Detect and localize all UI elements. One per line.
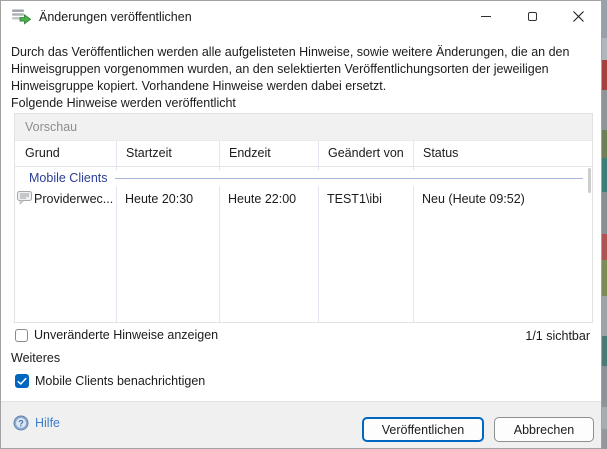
publish-notes-icon: [11, 8, 32, 25]
table-body: Mobile Clients Providerwec...: [15, 167, 592, 322]
cell-startzeit: Heute 20:30: [125, 192, 193, 206]
svg-text:?: ?: [18, 418, 24, 428]
publish-button[interactable]: Veröffentlichen: [362, 417, 484, 442]
table-row[interactable]: Providerwec... Heute 20:30 Heute 22:00 T…: [15, 188, 592, 212]
screenshot-root: Änderungen veröffentlichen Durch das Ver…: [0, 0, 607, 449]
close-button[interactable]: [555, 1, 601, 32]
notify-mobile-label: Mobile Clients benachrichtigen: [35, 374, 205, 388]
weiteres-heading: Weiteres: [11, 351, 60, 365]
notify-mobile-checkbox[interactable]: [15, 374, 29, 388]
notify-mobile-option[interactable]: Mobile Clients benachrichtigen: [15, 374, 205, 388]
help-label: Hilfe: [35, 416, 60, 430]
maximize-icon: [528, 12, 537, 21]
column-separator: [116, 141, 117, 322]
column-header-startzeit[interactable]: Startzeit: [116, 141, 219, 166]
column-header-geaendert-von[interactable]: Geändert von: [318, 141, 413, 166]
cell-status: Neu (Heute 09:52): [422, 192, 525, 206]
column-header-status[interactable]: Status: [413, 141, 592, 166]
column-separator: [219, 141, 220, 322]
publish-changes-dialog: Änderungen veröffentlichen Durch das Ver…: [0, 0, 602, 449]
table-header-row: Grund Startzeit Endzeit Geändert von Sta…: [15, 141, 592, 167]
scrollbar-thumb[interactable]: [588, 168, 591, 193]
help-icon: ?: [13, 415, 29, 431]
column-separator: [413, 141, 414, 322]
preview-caption: Vorschau: [15, 114, 592, 141]
preview-table: Vorschau Grund Startzeit Endzeit Geänder…: [14, 113, 593, 323]
cell-endzeit: Heute 22:00: [228, 192, 296, 206]
minimize-button[interactable]: [463, 1, 509, 32]
group-divider-line: [115, 178, 583, 179]
column-header-endzeit[interactable]: Endzeit: [219, 141, 318, 166]
caption-buttons: [463, 1, 601, 32]
close-icon: [573, 11, 584, 22]
column-separator: [318, 141, 319, 322]
background-app-sliver: [602, 0, 607, 449]
list-subheading: Folgende Hinweise werden veröffentlicht: [11, 96, 236, 110]
show-unchanged-label: Unveränderte Hinweise anzeigen: [34, 328, 218, 342]
cancel-button[interactable]: Abbrechen: [494, 417, 594, 442]
group-label: Mobile Clients: [29, 171, 108, 185]
dialog-footer: ? Hilfe Veröffentlichen Abbrechen: [1, 401, 601, 448]
column-header-grund[interactable]: Grund: [15, 141, 116, 166]
show-unchanged-checkbox[interactable]: [15, 329, 28, 342]
maximize-button[interactable]: [509, 1, 555, 32]
group-row-mobile-clients[interactable]: Mobile Clients: [15, 170, 588, 186]
show-unchanged-option[interactable]: Unveränderte Hinweise anzeigen: [15, 328, 218, 342]
minimize-icon: [481, 16, 491, 17]
note-bubble-icon: [17, 191, 33, 208]
dialog-description: Durch das Veröffentlichen werden alle au…: [11, 44, 593, 95]
cell-grund: Providerwec...: [34, 192, 114, 206]
checkmark-icon: [17, 377, 27, 386]
window-title: Änderungen veröffentlichen: [39, 10, 192, 24]
titlebar: Änderungen veröffentlichen: [1, 1, 601, 32]
visible-count: 1/1 sichtbar: [525, 329, 590, 343]
cell-geaendert-von: TEST1\ibi: [327, 192, 382, 206]
help-link[interactable]: ? Hilfe: [13, 415, 60, 431]
